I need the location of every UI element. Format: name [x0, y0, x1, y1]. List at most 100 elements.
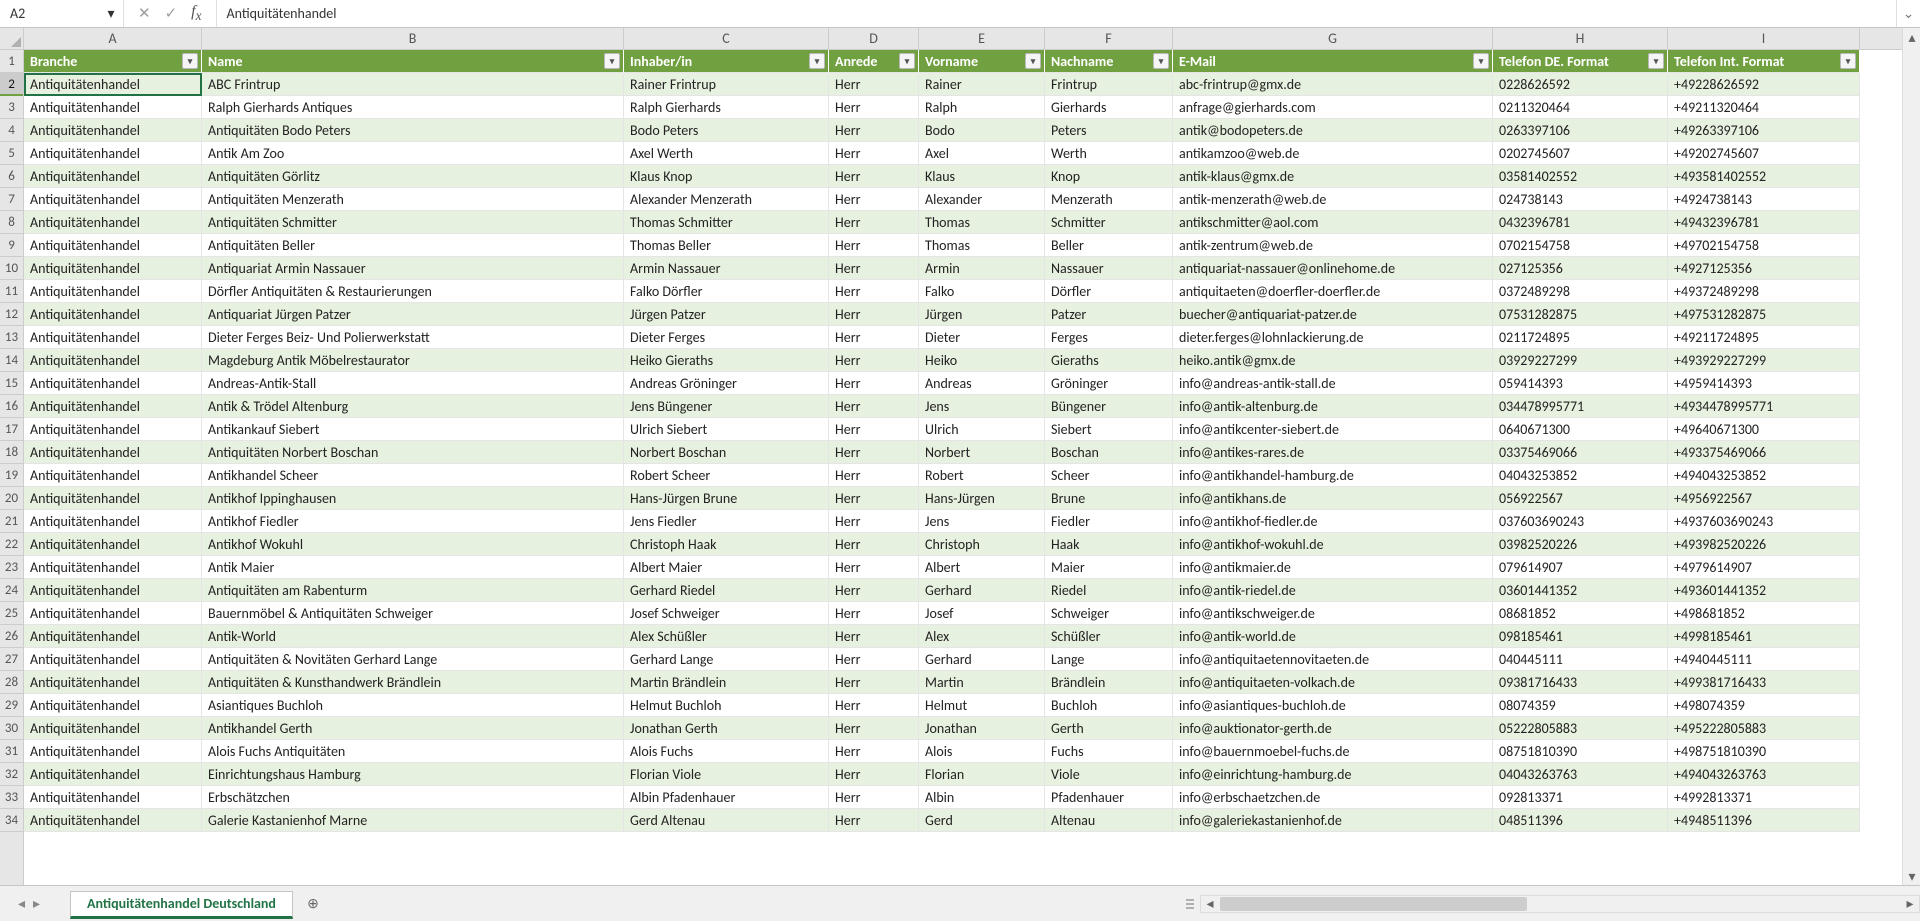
cell[interactable]: Axel — [919, 142, 1045, 165]
row-header[interactable]: 14 — [0, 349, 23, 372]
cell[interactable]: Viole — [1045, 763, 1173, 786]
cell[interactable]: Jens — [919, 510, 1045, 533]
row-header[interactable]: 7 — [0, 188, 23, 211]
filter-dropdown-icon[interactable] — [1648, 53, 1664, 69]
cell[interactable]: Antiquitätenhandel — [24, 188, 202, 211]
cell[interactable]: Riedel — [1045, 579, 1173, 602]
cell[interactable]: Brune — [1045, 487, 1173, 510]
cell[interactable]: Helmut Buchloh — [624, 694, 829, 717]
row-header[interactable]: 3 — [0, 96, 23, 119]
cell[interactable]: Herr — [829, 188, 919, 211]
table-header-cell[interactable]: E-Mail — [1173, 50, 1493, 73]
row-header[interactable]: 2 — [0, 73, 23, 96]
cell[interactable]: Herr — [829, 625, 919, 648]
cell[interactable]: Nassauer — [1045, 257, 1173, 280]
cell[interactable]: Dieter Ferges — [624, 326, 829, 349]
cell[interactable]: Beller — [1045, 234, 1173, 257]
cell[interactable]: Boschan — [1045, 441, 1173, 464]
cell[interactable]: 079614907 — [1493, 556, 1668, 579]
cell[interactable]: Werth — [1045, 142, 1173, 165]
column-header-C[interactable]: C — [624, 28, 829, 49]
cell[interactable]: Antikankauf Siebert — [202, 418, 624, 441]
cell[interactable]: Antiquitätenhandel — [24, 349, 202, 372]
cell[interactable]: +499381716433 — [1668, 671, 1860, 694]
cell[interactable]: Helmut — [919, 694, 1045, 717]
cell[interactable]: Alexander — [919, 188, 1045, 211]
cell[interactable]: Antiquitätenhandel — [24, 602, 202, 625]
cell[interactable]: info@antik-world.de — [1173, 625, 1493, 648]
cell[interactable]: Robert Scheer — [624, 464, 829, 487]
cell[interactable]: Peters — [1045, 119, 1173, 142]
cell[interactable]: Albert Maier — [624, 556, 829, 579]
cell[interactable]: Antikhandel Gerth — [202, 717, 624, 740]
cell[interactable]: info@antikhof-fiedler.de — [1173, 510, 1493, 533]
cell[interactable]: Scheer — [1045, 464, 1173, 487]
cell[interactable]: Einrichtungshaus Hamburg — [202, 763, 624, 786]
cell[interactable]: Alex — [919, 625, 1045, 648]
cell[interactable]: Siebert — [1045, 418, 1173, 441]
cell[interactable]: +493375469066 — [1668, 441, 1860, 464]
column-header-B[interactable]: B — [202, 28, 624, 49]
cell[interactable]: Antiquariat Armin Nassauer — [202, 257, 624, 280]
cell[interactable]: Gerhard — [919, 579, 1045, 602]
cell[interactable]: Herr — [829, 786, 919, 809]
cell[interactable]: Antiquitäten Norbert Boschan — [202, 441, 624, 464]
cell[interactable]: Andreas Gröninger — [624, 372, 829, 395]
cell[interactable]: Schweiger — [1045, 602, 1173, 625]
cell[interactable]: Thomas Schmitter — [624, 211, 829, 234]
cell[interactable]: Herr — [829, 142, 919, 165]
cell[interactable]: Thomas — [919, 234, 1045, 257]
cell[interactable]: Ferges — [1045, 326, 1173, 349]
cell[interactable]: Dörfler Antiquitäten & Restaurierungen — [202, 280, 624, 303]
row-header[interactable]: 29 — [0, 694, 23, 717]
confirm-icon[interactable]: ✓ — [165, 4, 178, 23]
scroll-up-icon[interactable]: ▴ — [1903, 28, 1920, 46]
cell[interactable]: Maier — [1045, 556, 1173, 579]
cell[interactable]: Herr — [829, 510, 919, 533]
cell[interactable]: Florian Viole — [624, 763, 829, 786]
table-header-cell[interactable]: Nachname — [1045, 50, 1173, 73]
cell[interactable]: Herr — [829, 717, 919, 740]
cell[interactable]: 027125356 — [1493, 257, 1668, 280]
sheet-tab-active[interactable]: Antiquitätenhandel Deutschland — [70, 891, 293, 919]
cell[interactable]: Thomas Beller — [624, 234, 829, 257]
cell[interactable]: Josef Schweiger — [624, 602, 829, 625]
split-handle-icon[interactable] — [1186, 894, 1194, 914]
cell[interactable]: buecher@antiquariat-patzer.de — [1173, 303, 1493, 326]
cell[interactable]: antiquariat-nassauer@onlinehome.de — [1173, 257, 1493, 280]
cell[interactable]: info@asiantiques-buchloh.de — [1173, 694, 1493, 717]
cell[interactable]: +49211320464 — [1668, 96, 1860, 119]
cell[interactable]: 0432396781 — [1493, 211, 1668, 234]
cell[interactable]: Norbert — [919, 441, 1045, 464]
cell[interactable]: Antiquitäten & Novitäten Gerhard Lange — [202, 648, 624, 671]
cell[interactable]: Herr — [829, 694, 919, 717]
cell[interactable]: Galerie Kastanienhof Marne — [202, 809, 624, 832]
cell[interactable]: Antikhof Wokuhl — [202, 533, 624, 556]
cell[interactable]: +4992813371 — [1668, 786, 1860, 809]
cell[interactable]: Herr — [829, 441, 919, 464]
table-header-cell[interactable]: Branche — [24, 50, 202, 73]
cell[interactable]: Bodo Peters — [624, 119, 829, 142]
cell[interactable]: Antiquitätenhandel — [24, 717, 202, 740]
filter-dropdown-icon[interactable] — [809, 53, 825, 69]
row-header[interactable]: 18 — [0, 441, 23, 464]
column-header-I[interactable]: I — [1668, 28, 1860, 49]
cell[interactable]: Armin Nassauer — [624, 257, 829, 280]
cell[interactable]: Alexander Menzerath — [624, 188, 829, 211]
cell[interactable]: Antik Maier — [202, 556, 624, 579]
cell[interactable]: Antiquitätenhandel — [24, 395, 202, 418]
cell[interactable]: info@einrichtung-hamburg.de — [1173, 763, 1493, 786]
cell[interactable]: info@antikmaier.de — [1173, 556, 1493, 579]
formula-input[interactable]: Antiquitätenhandel — [217, 0, 1896, 27]
cell[interactable]: info@antikes-rares.de — [1173, 441, 1493, 464]
cell[interactable]: antikschmitter@aol.com — [1173, 211, 1493, 234]
filter-dropdown-icon[interactable] — [1153, 53, 1169, 69]
cell[interactable]: Herr — [829, 487, 919, 510]
table-header-cell[interactable]: Name — [202, 50, 624, 73]
formula-bar-expand-icon[interactable]: ⌄ — [1896, 0, 1920, 27]
cell[interactable]: Herr — [829, 280, 919, 303]
cell[interactable]: Klaus — [919, 165, 1045, 188]
cell[interactable]: Antiquitätenhandel — [24, 326, 202, 349]
cell[interactable]: Gierhards — [1045, 96, 1173, 119]
cell[interactable]: info@antiquitaetennovitaeten.de — [1173, 648, 1493, 671]
